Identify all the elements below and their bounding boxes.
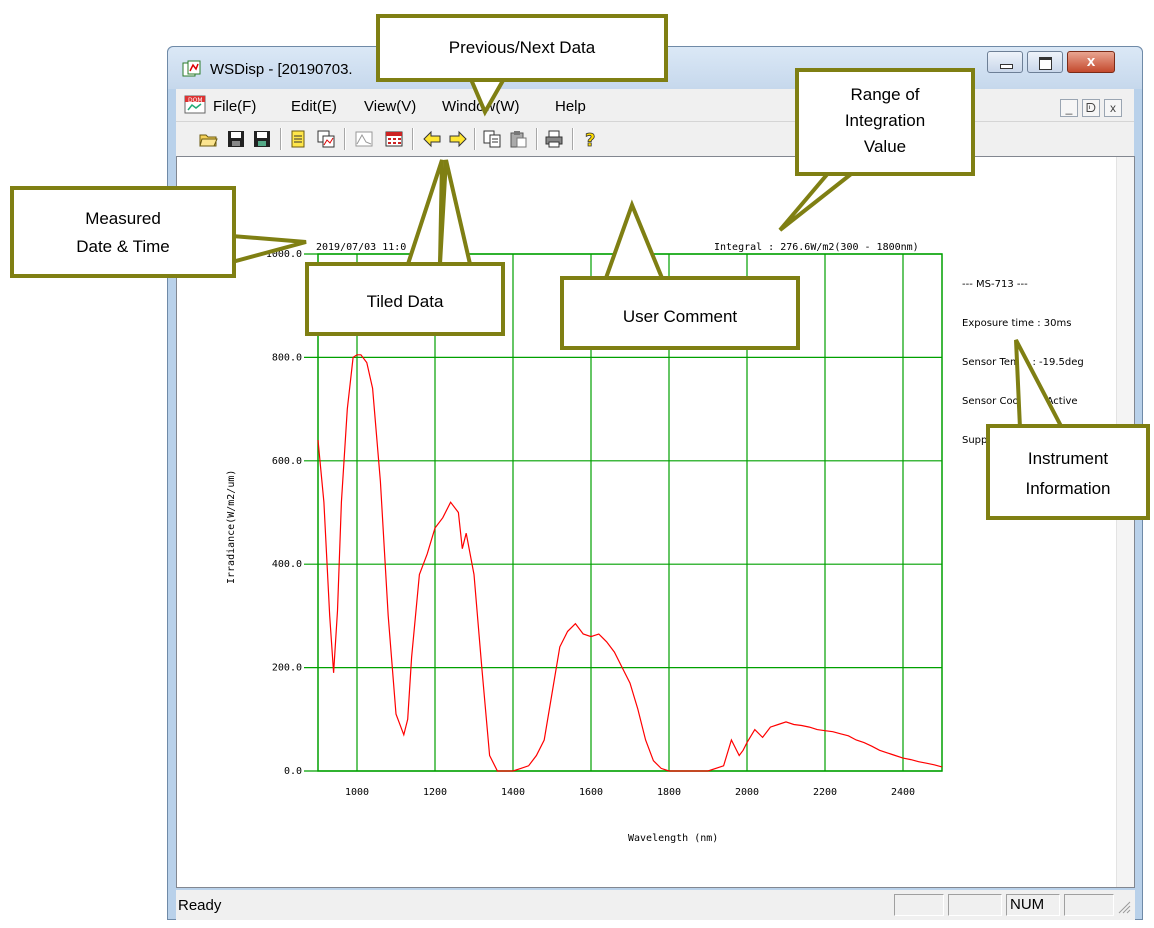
measured-datetime: 2019/07/03 11:0	[316, 242, 406, 253]
callout-instrument-information: Instrument Information	[986, 424, 1150, 520]
x-tick-label: 1000	[345, 787, 369, 798]
callout-integration-range: Range of Integration Value	[795, 68, 975, 176]
y-tick-label: 600.0	[272, 456, 302, 467]
spectrum-chart: 1000 1200 1400 1600 1800 2000 2200 2400 0.0 200.0…	[226, 242, 943, 844]
x-tick-label: 2400	[891, 787, 915, 798]
callout-range-line2: Integration	[844, 111, 926, 130]
irradiance-series-line	[317, 354, 943, 772]
y-tick-label: 0.0	[284, 766, 302, 777]
y-tick-label: 800.0	[272, 352, 302, 363]
x-tick-label: 1400	[501, 787, 525, 798]
callout-previous-next-data: Previous/Next Data	[376, 14, 668, 82]
callout-measured-datetime: Measured Date & Time	[10, 186, 236, 278]
y-tick-label: 400.0	[272, 559, 302, 570]
y-tick-label: 200.0	[272, 663, 302, 674]
exposure-time: Exposure time : 30ms	[962, 318, 1072, 329]
x-tick-label: 1800	[657, 787, 681, 798]
callout-instrument-line1: Instrument	[1027, 449, 1109, 468]
callout-instrument-line2: Information	[1025, 479, 1111, 498]
x-tick-label: 2000	[735, 787, 759, 798]
x-tick-label: 2200	[813, 787, 837, 798]
x-tick-label: 1200	[423, 787, 447, 798]
callout-range-line1: Range of	[850, 85, 920, 104]
x-axis-label: Wavelength (nm)	[628, 833, 718, 844]
callout-user-comment: User Comment	[560, 276, 800, 350]
callout-user-comment-label: User Comment	[622, 307, 738, 326]
x-tick-label: 1600	[579, 787, 603, 798]
sensor-cooling: Sensor Cooling : Active	[962, 396, 1078, 407]
integral-range: Integral : 276.6W/m2(300 - 1800nm)	[714, 242, 919, 253]
instrument-model: --- MS-713 ---	[962, 279, 1028, 290]
callout-range-line3: Value	[863, 137, 907, 156]
y-axis-label: Irradiance(W/m2/um)	[226, 470, 237, 584]
sensor-temp: Sensor Temp. : -19.5deg	[962, 357, 1084, 368]
callout-previous-next-label: Previous/Next Data	[448, 38, 596, 57]
callout-tiled-label: Tiled Data	[366, 292, 444, 311]
callout-measured-line1: Measured	[85, 209, 161, 228]
callout-tiled-data: Tiled Data	[305, 262, 505, 336]
y-tick-label: 1000.0	[266, 249, 302, 260]
callout-measured-line2: Date & Time	[76, 237, 170, 256]
